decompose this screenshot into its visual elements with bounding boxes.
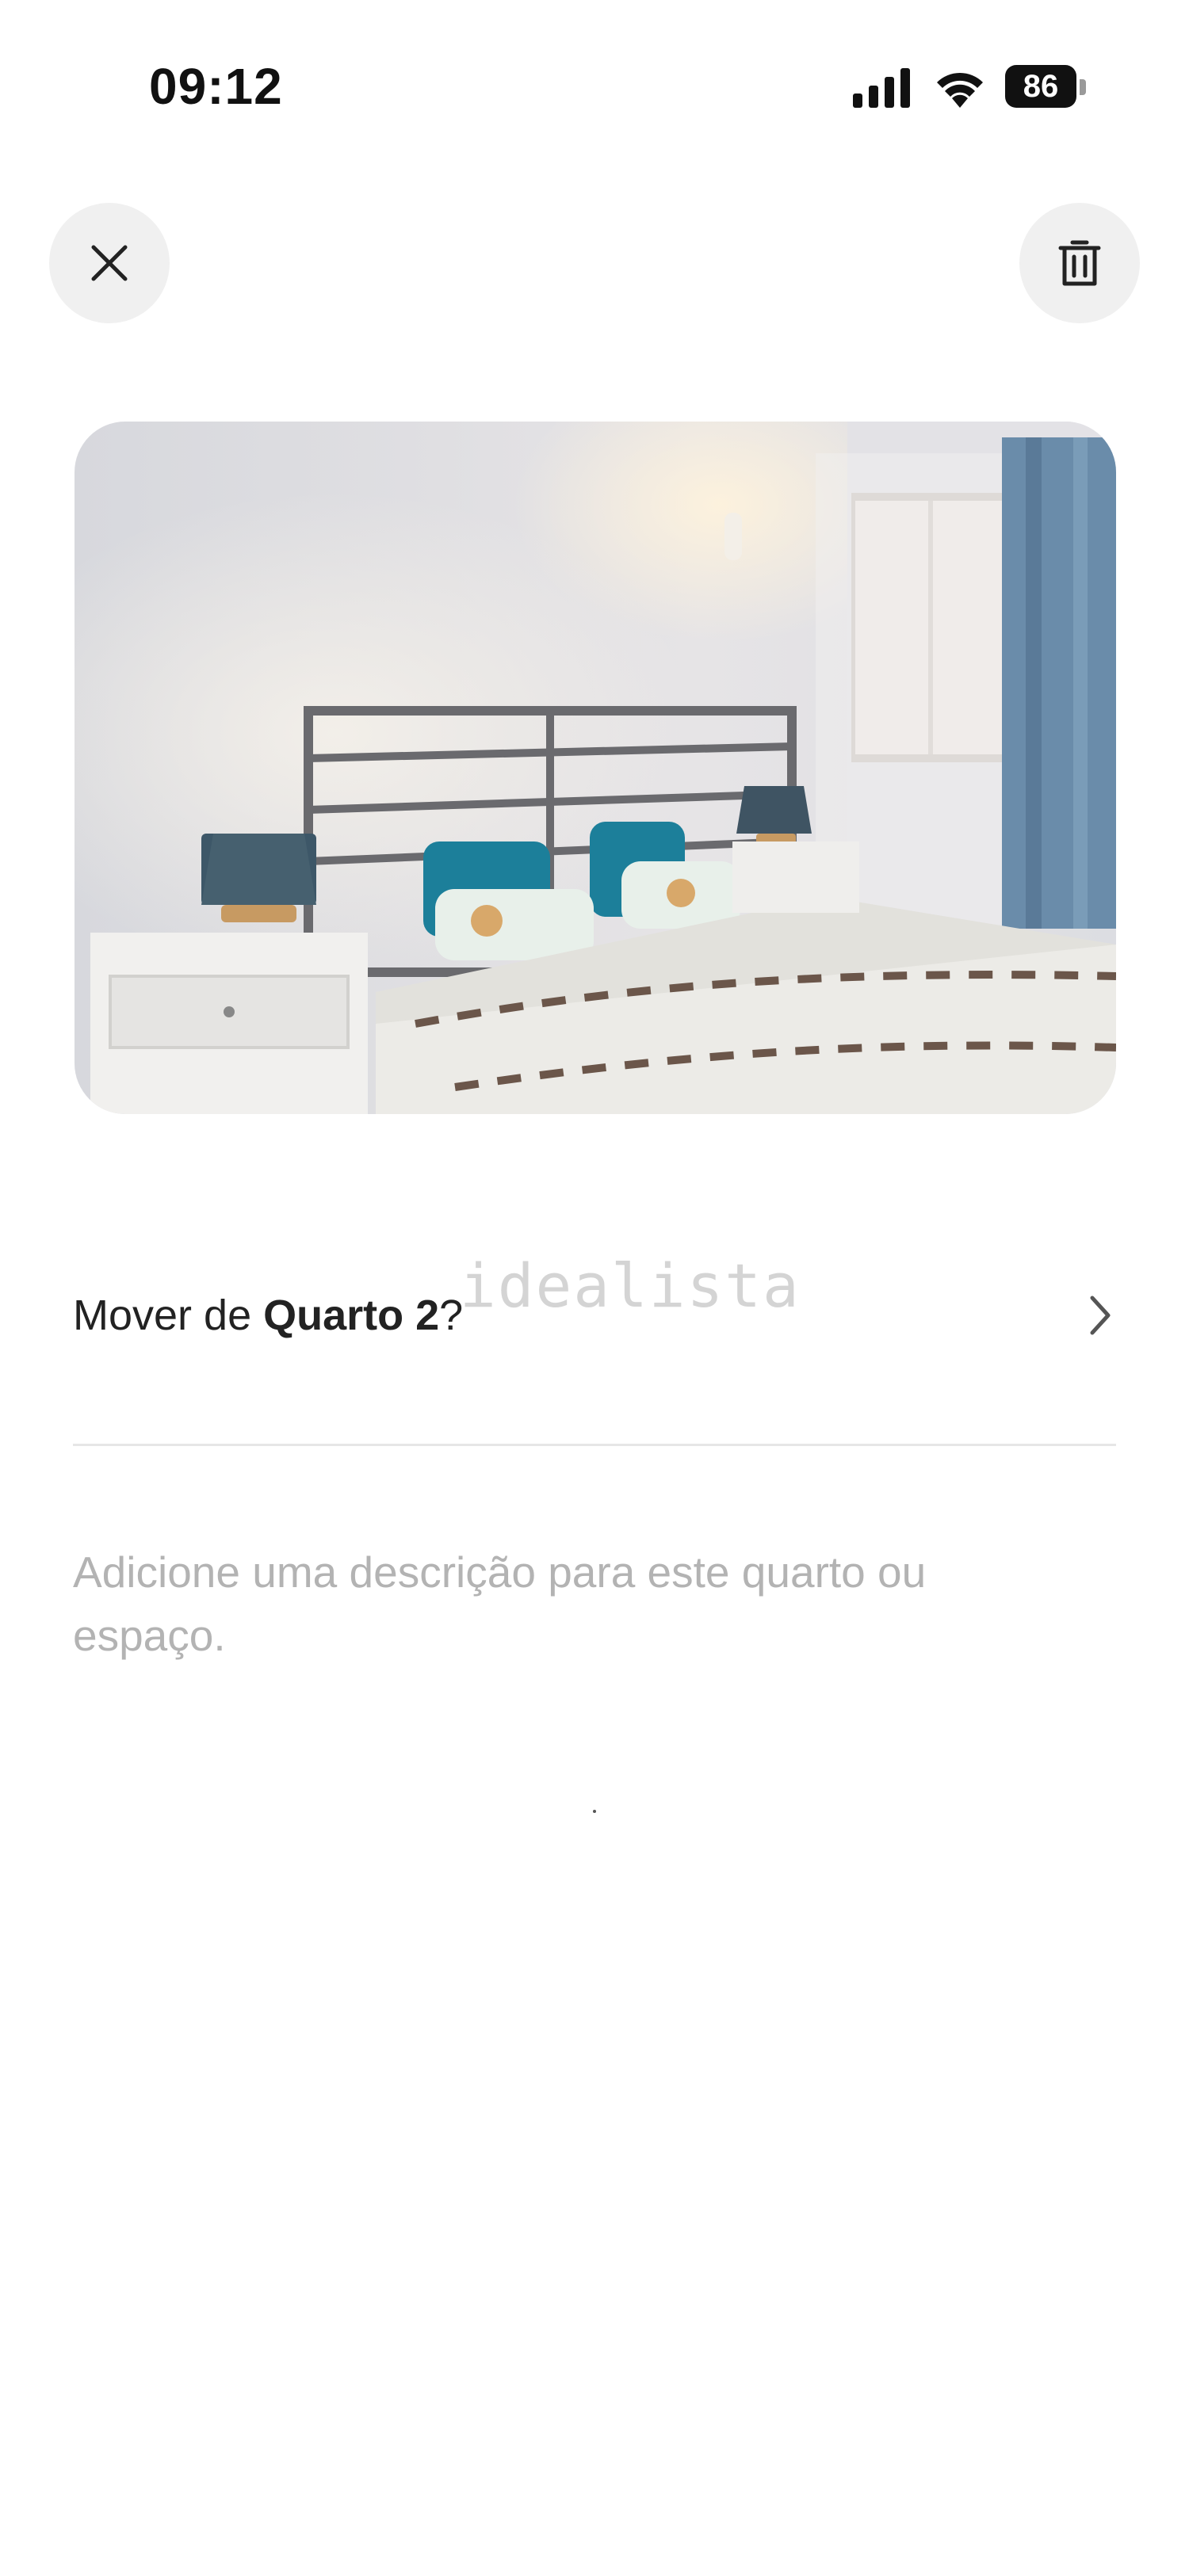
room-photo[interactable] (75, 422, 1116, 1114)
move-suffix: ? (439, 1292, 464, 1339)
wifi-icon (937, 72, 983, 108)
delete-button[interactable] (1019, 203, 1140, 323)
status-time: 09:12 (149, 58, 283, 115)
move-room-label: Mover de Quarto 2? (73, 1291, 463, 1340)
trash-icon (1058, 240, 1101, 286)
bedroom-image (75, 422, 1116, 1114)
cursor-dot (593, 1810, 596, 1813)
description-input[interactable]: Adicione uma descrição para este quarto … (73, 1540, 1064, 1667)
battery-icon: 86 (1005, 65, 1088, 109)
move-prefix: Mover de (73, 1292, 264, 1339)
divider (73, 1444, 1116, 1446)
close-icon (91, 245, 128, 281)
battery-level: 86 (1005, 65, 1076, 108)
status-bar: 09:12 86 (0, 0, 1189, 158)
chevron-right-icon (1090, 1296, 1111, 1335)
move-room-row[interactable]: Mover de Quarto 2? (73, 1268, 1116, 1363)
close-button[interactable] (49, 203, 170, 323)
signal-icon (853, 68, 910, 108)
current-room-name: Quarto 2 (263, 1292, 440, 1339)
battery-tip (1080, 79, 1086, 95)
